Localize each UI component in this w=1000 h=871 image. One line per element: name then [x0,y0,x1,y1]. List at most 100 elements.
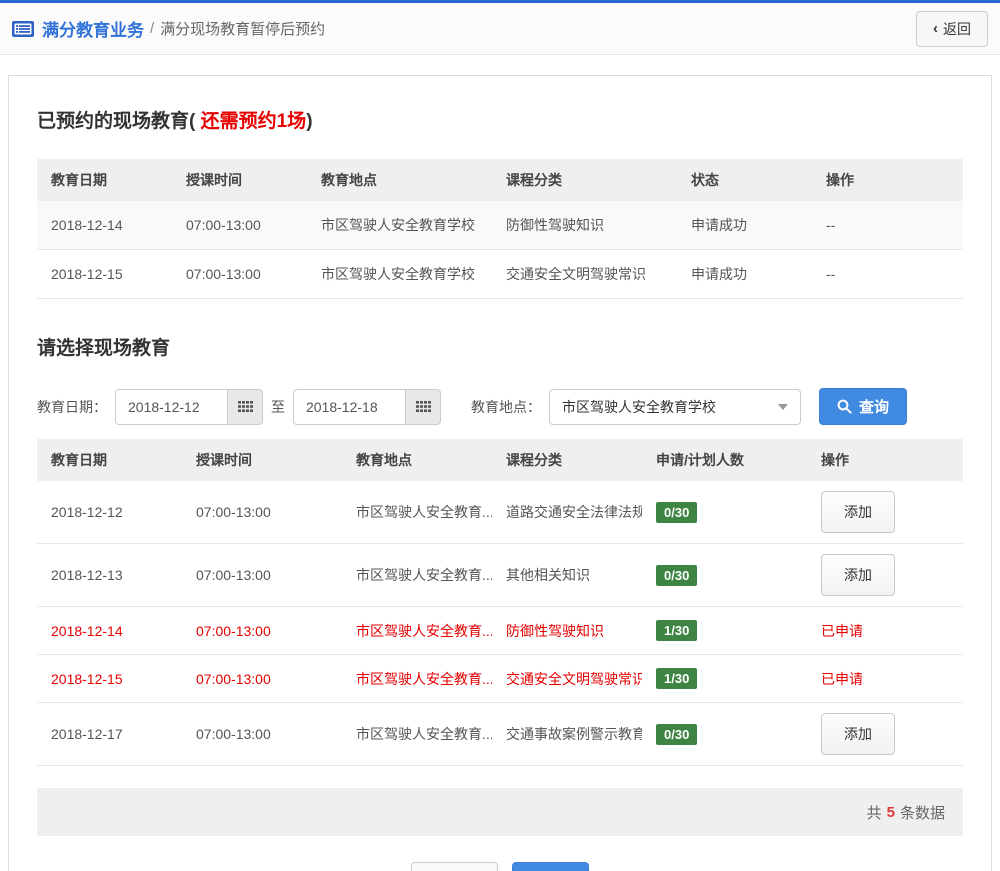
cell-action: 已申请 [807,606,963,655]
breadcrumb-root[interactable]: 满分教育业务 [42,16,144,41]
cell-date: 2018-12-14 [37,201,172,250]
column-header: 状态 [677,159,812,201]
column-header: 授课时间 [172,159,307,201]
chevron-down-icon [778,403,788,410]
date-to-input[interactable] [293,388,405,425]
add-button[interactable]: 添加 [821,491,895,533]
cell-time: 07:00-13:00 [172,249,307,299]
query-button-label: 查询 [859,399,890,416]
column-header: 课程分类 [492,159,677,201]
cell-place: 市区驾驶人安全教育... [342,654,492,703]
cell-date: 2018-12-12 [37,481,182,544]
cell-place: 市区驾驶人安全教育学校 [307,249,492,299]
cell-action: 已申请 [807,654,963,703]
select-table: 教育日期 授课时间 教育地点 课程分类 申请/计划人数 操作 2018-12-12 07:0… [37,439,963,766]
date-from-group [115,388,263,425]
cell-status: 申请成功 [677,201,812,250]
cell-place: 市区驾驶人安全教育... [342,481,492,544]
cell-date: 2018-12-17 [37,702,182,766]
cell-action: -- [812,249,963,299]
cell-time: 07:00-13:00 [182,481,342,544]
filter-bar: 教育日期： 至 [37,388,963,425]
table-footer: 共 5 条数据 [37,788,963,836]
cell-count: 0/30 [642,543,807,607]
previous-step-button[interactable]: 上一步 [411,862,499,871]
calendar-icon[interactable] [405,388,441,425]
column-header: 教育日期 [37,159,172,201]
cell-date: 2018-12-15 [37,654,182,703]
place-select[interactable]: 市区驾驶人安全教育学校 [549,388,801,425]
total-prefix: 共 [866,804,882,822]
place-select-value: 市区驾驶人安全教育学校 [562,398,716,415]
column-header: 教育地点 [342,439,492,481]
cell-status: 申请成功 [677,249,812,299]
list-icon [12,20,34,38]
count-badge: 1/30 [656,620,698,641]
select-table-header-row: 教育日期 授课时间 教育地点 课程分类 申请/计划人数 操作 [37,439,963,481]
count-badge: 0/30 [656,564,698,586]
cell-count: 0/30 [642,481,807,544]
cell-time: 07:00-13:00 [182,543,342,607]
main-panel: 已预约的现场教育( 还需预约1场) 教育日期 授课时间 教育地点 课程分类 状态 操作 2… [8,75,992,871]
select-section-title: 请选择现场教育 [37,338,171,359]
cell-action: 添加 [807,702,963,766]
cell-place: 市区驾驶人安全教育学校 [307,201,492,250]
date-from-input[interactable] [115,388,227,425]
cell-place: 市区驾驶人安全教育... [342,702,492,766]
booked-table-header-row: 教育日期 授课时间 教育地点 课程分类 状态 操作 [37,159,963,201]
cell-action: 添加 [807,543,963,607]
breadcrumb-separator: / [150,20,155,37]
table-row: 2018-12-15 07:00-13:00 市区驾驶人安全教育学校 交通安全文明驾驶… [37,249,963,299]
save-button[interactable]: 保 存 [512,862,589,871]
cell-action: 添加 [807,481,963,544]
cell-place: 市区驾驶人安全教育... [342,543,492,607]
add-button[interactable]: 添加 [821,554,895,596]
table-row: 2018-12-15 07:00-13:00 市区驾驶人安全教育... 交通安全文明驾… [37,654,963,703]
date-to-group [293,388,441,425]
page-header: 满分教育业务 / 满分现场教育暂停后预约 ‹ 返回 [0,3,1000,55]
count-badge: 1/30 [656,668,698,689]
cell-course: 交通安全文明驾驶常识 [492,654,642,703]
cell-date: 2018-12-15 [37,249,172,299]
applied-status-text: 已申请 [821,622,863,639]
date-filter-label: 教育日期： [37,398,107,415]
add-button[interactable]: 添加 [821,713,895,755]
table-row: 2018-12-17 07:00-13:00 市区驾驶人安全教育... 交通事故案例警… [37,702,963,766]
column-header: 操作 [812,159,963,201]
count-badge: 0/30 [656,723,698,745]
cell-course: 其他相关知识 [492,543,642,607]
cell-time: 07:00-13:00 [182,654,342,703]
booked-title-prefix: 已预约的现场教育( [37,111,201,132]
table-row: 2018-12-13 07:00-13:00 市区驾驶人安全教育... 其他相关知识 0… [37,543,963,607]
total-suffix: 条数据 [899,804,945,822]
date-range-to-label: 至 [271,398,285,415]
booked-section-title: 已预约的现场教育( 还需预约1场) [37,106,963,133]
booked-title-suffix: ) [306,111,313,132]
cell-course: 防御性驾驶知识 [492,201,677,250]
applied-status-text: 已申请 [821,670,863,687]
calendar-icon[interactable] [227,388,263,425]
cell-time: 07:00-13:00 [182,606,342,655]
cell-count: 0/30 [642,702,807,766]
table-row: 2018-12-12 07:00-13:00 市区驾驶人安全教育... 道路交通安全法… [37,481,963,544]
cell-action: -- [812,201,963,250]
breadcrumb-current: 满分现场教育暂停后预约 [160,21,326,38]
back-button[interactable]: ‹ 返回 [916,10,988,47]
booked-title-highlight: 还需预约1场 [200,111,307,132]
back-button-label: 返回 [943,20,971,37]
search-icon [837,399,852,414]
cell-course: 交通安全文明驾驶常识 [492,249,677,299]
table-row: 2018-12-14 07:00-13:00 市区驾驶人安全教育学校 防御性驾驶知识申… [37,201,963,250]
cell-date: 2018-12-13 [37,543,182,607]
column-header: 操作 [807,439,963,481]
cell-place: 市区驾驶人安全教育... [342,606,492,655]
place-filter-label: 教育地点： [471,398,541,415]
query-button[interactable]: 查询 [819,388,908,425]
column-header: 申请/计划人数 [642,439,807,481]
cell-time: 07:00-13:00 [172,201,307,250]
cell-course: 交通事故案例警示教育 [492,702,642,766]
cell-course: 防御性驾驶知识 [492,606,642,655]
column-header: 授课时间 [182,439,342,481]
cell-course: 道路交通安全法律法规 [492,481,642,544]
chevron-left-icon: ‹ [933,20,938,37]
